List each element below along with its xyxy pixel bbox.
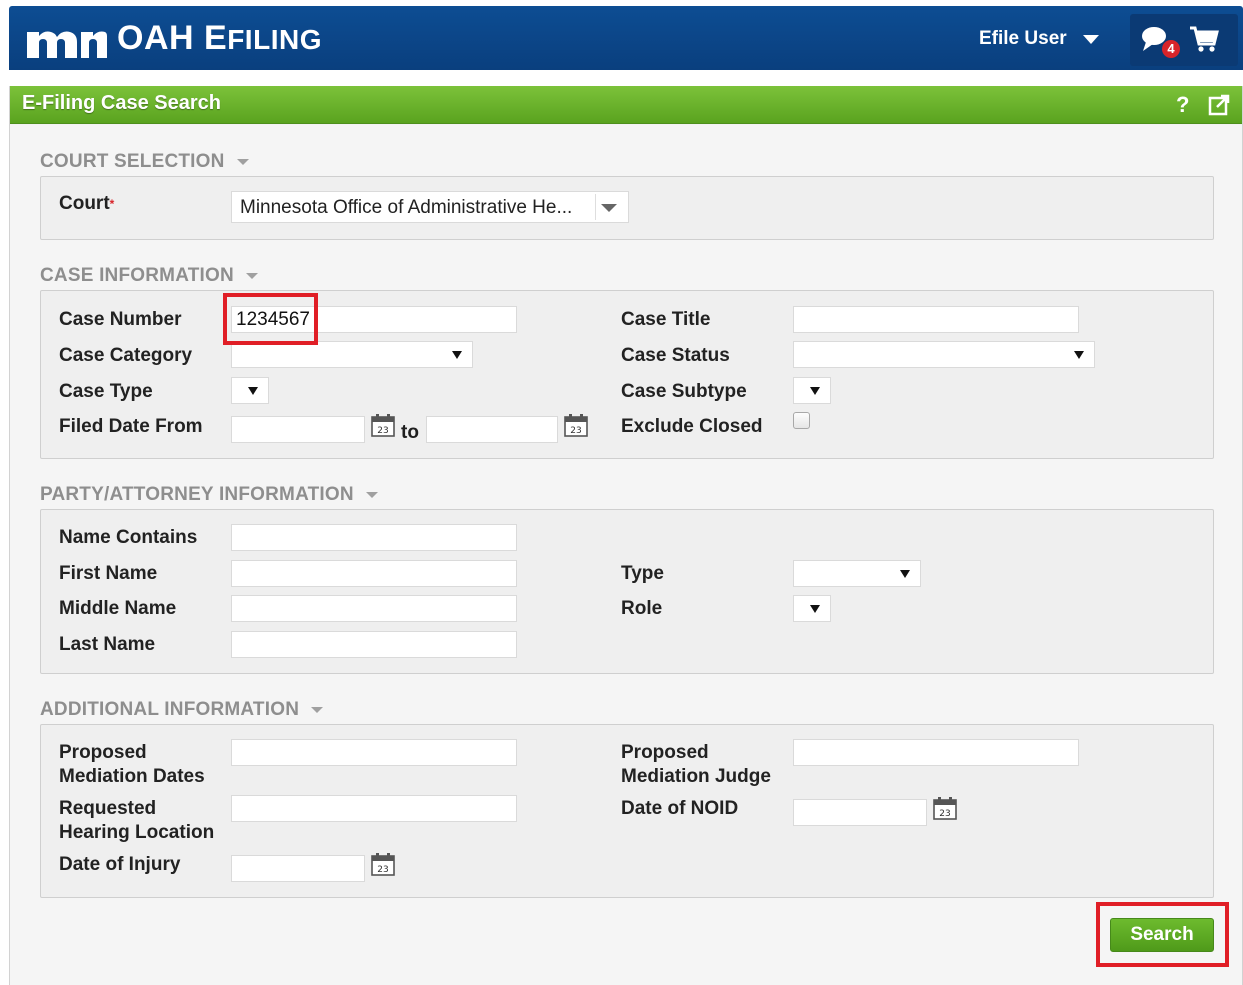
- court-select[interactable]: Minnesota Office of Administrative He...: [231, 191, 629, 223]
- party-attorney-fieldset: Name Contains First Name Type Middle Nam…: [40, 509, 1214, 674]
- court-label: Court*: [59, 193, 115, 214]
- cart-button[interactable]: [1188, 24, 1224, 58]
- court-selection-header[interactable]: COURT SELECTION: [40, 151, 249, 173]
- dropdown-arrow-icon: [810, 605, 820, 613]
- filed-date-from-input[interactable]: [231, 416, 365, 443]
- filed-date-from-label: Filed Date From: [59, 416, 203, 437]
- case-type-label: Case Type: [59, 381, 153, 402]
- first-name-label: First Name: [59, 563, 158, 584]
- calendar-icon[interactable]: 23: [370, 851, 396, 877]
- additional-information-fieldset: Proposed Mediation Dates Proposed Mediatio…: [40, 724, 1214, 898]
- middle-name-input[interactable]: [231, 595, 517, 622]
- case-number-label: Case Number: [59, 309, 182, 330]
- panel-body: COURT SELECTION Court* Minnesota Office …: [10, 125, 1242, 985]
- case-number-highlight: [223, 293, 318, 345]
- court-selection-title: COURT SELECTION: [40, 151, 225, 172]
- case-type-select[interactable]: [231, 377, 269, 404]
- dropdown-arrow-icon: [248, 387, 258, 395]
- minnesota-logo-icon: [27, 31, 107, 58]
- date-of-noid-input[interactable]: [793, 799, 927, 826]
- collapse-caret-icon: [365, 492, 378, 498]
- dropdown-arrow-icon: [900, 570, 910, 578]
- collapse-caret-icon: [245, 273, 258, 279]
- party-type-select[interactable]: [793, 560, 921, 587]
- notification-badge: 4: [1162, 40, 1180, 58]
- calendar-icon[interactable]: 23: [932, 795, 958, 821]
- proposed-mediation-judge-input[interactable]: [793, 739, 1079, 766]
- brand-logo[interactable]: OAH EFILING: [27, 19, 322, 58]
- header-icon-group: 4: [1130, 14, 1238, 66]
- notifications-button[interactable]: 4: [1140, 24, 1180, 58]
- requested-hearing-location-input[interactable]: [231, 795, 517, 822]
- proposed-mediation-dates-label: Proposed Mediation Dates: [59, 742, 205, 787]
- help-icon[interactable]: ?: [1176, 92, 1189, 118]
- case-status-label: Case Status: [621, 345, 730, 366]
- case-category-select[interactable]: [231, 341, 473, 368]
- dropdown-arrow-icon: [452, 351, 462, 359]
- date-of-injury-input[interactable]: [231, 855, 365, 882]
- collapse-caret-icon: [311, 707, 324, 713]
- name-contains-label: Name Contains: [59, 527, 198, 548]
- additional-information-header[interactable]: ADDITIONAL INFORMATION: [40, 699, 324, 721]
- role-label: Role: [621, 598, 663, 619]
- last-name-label: Last Name: [59, 634, 156, 655]
- app-header: OAH EFILING Efile User 4: [9, 6, 1243, 70]
- additional-information-title: ADDITIONAL INFORMATION: [40, 699, 300, 720]
- chevron-down-icon: [1082, 34, 1099, 44]
- requested-hearing-location-label: Requested Hearing Location: [59, 798, 215, 843]
- exclude-closed-checkbox[interactable]: [793, 412, 810, 429]
- type-label: Type: [621, 563, 664, 584]
- party-attorney-header[interactable]: PARTY/ATTORNEY INFORMATION: [40, 484, 378, 506]
- proposed-mediation-judge-label: Proposed Mediation Judge: [621, 742, 771, 787]
- svg-text:23: 23: [939, 809, 950, 819]
- date-of-injury-label: Date of Injury: [59, 854, 181, 875]
- chevron-down-icon: [601, 204, 617, 212]
- proposed-mediation-dates-input[interactable]: [231, 739, 517, 766]
- case-subtype-select[interactable]: [793, 377, 831, 404]
- collapse-caret-icon: [236, 159, 249, 165]
- case-information-fieldset: Case Number 1234567 Case Title Case Cate…: [40, 290, 1214, 459]
- panel-title: E-Filing Case Search: [22, 92, 221, 114]
- shopping-cart-icon: [1190, 26, 1219, 52]
- panel-header: E-Filing Case Search ?: [10, 86, 1242, 124]
- name-contains-input[interactable]: [231, 524, 517, 551]
- last-name-input[interactable]: [231, 631, 517, 658]
- svg-text:23: 23: [570, 426, 581, 436]
- case-search-panel: E-Filing Case Search ? COURT SELECTION C…: [9, 86, 1243, 985]
- calendar-icon[interactable]: 23: [370, 412, 396, 438]
- party-role-select[interactable]: [793, 595, 831, 622]
- dropdown-arrow-icon: [810, 387, 820, 395]
- dropdown-arrow-icon: [1074, 351, 1084, 359]
- case-information-title: CASE INFORMATION: [40, 265, 234, 286]
- case-information-header[interactable]: CASE INFORMATION: [40, 265, 258, 287]
- court-selection-fieldset: Court* Minnesota Office of Administrativ…: [40, 176, 1214, 240]
- middle-name-label: Middle Name: [59, 598, 177, 619]
- user-name: Efile User: [979, 28, 1067, 49]
- case-category-label: Case Category: [59, 345, 193, 366]
- svg-text:23: 23: [377, 865, 388, 875]
- date-range-to-label: to: [401, 422, 419, 443]
- case-title-input[interactable]: [793, 306, 1079, 333]
- first-name-input[interactable]: [231, 560, 517, 587]
- case-title-label: Case Title: [621, 309, 711, 330]
- date-of-noid-label: Date of NOID: [621, 798, 739, 819]
- calendar-icon[interactable]: 23: [563, 412, 589, 438]
- exclude-closed-label: Exclude Closed: [621, 416, 763, 437]
- search-button-highlight: [1096, 902, 1229, 967]
- svg-text:23: 23: [377, 426, 388, 436]
- party-attorney-title: PARTY/ATTORNEY INFORMATION: [40, 484, 354, 505]
- case-status-select[interactable]: [793, 341, 1095, 368]
- popout-icon[interactable]: [1208, 94, 1230, 116]
- user-menu[interactable]: Efile User: [979, 24, 1099, 54]
- case-subtype-label: Case Subtype: [621, 381, 747, 402]
- filed-date-to-input[interactable]: [426, 416, 558, 443]
- brand-title: OAH EFILING: [117, 19, 322, 57]
